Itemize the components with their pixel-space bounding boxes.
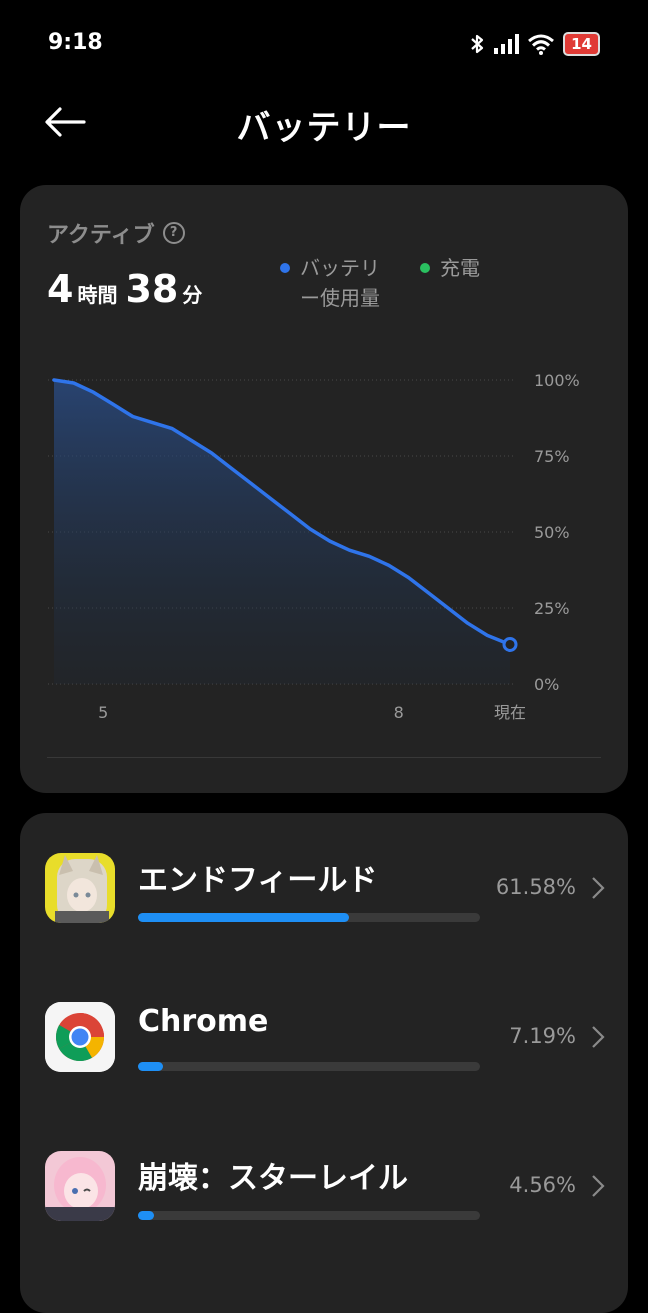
app-name: エンドフィールド <box>138 863 378 898</box>
app-name: 崩壊：スターレイル <box>138 1161 408 1196</box>
y-tick-label: 100% <box>534 371 580 390</box>
usage-bar-fill <box>138 913 349 922</box>
x-tick-label: 8 <box>394 703 404 722</box>
y-tick-label: 0% <box>534 675 559 694</box>
endfield-app-icon <box>45 853 115 923</box>
usage-bar <box>138 1062 480 1071</box>
signal-icon <box>494 34 520 54</box>
status-bar: 9:18 14 <box>0 0 648 86</box>
app-name: Chrome <box>138 1004 269 1039</box>
status-time: 9:18 <box>48 30 103 55</box>
battery-chart: 0% 25% 50% 75% 100% 5 8 現在 <box>48 371 580 722</box>
usage-bar-fill <box>138 1062 163 1071</box>
x-tick-label: 現在 <box>494 703 526 722</box>
bluetooth-icon <box>471 34 484 54</box>
usage-bar <box>138 913 480 922</box>
chevron-right-icon <box>592 1026 605 1048</box>
y-tick-label: 50% <box>534 523 570 542</box>
chrome-app-icon <box>45 1002 115 1072</box>
chevron-right-icon <box>592 877 605 899</box>
battery-icon: 14 <box>563 32 600 56</box>
star-rail-app-icon <box>45 1151 115 1221</box>
current-point-marker <box>502 636 518 652</box>
list-item-app[interactable]: Chrome 7.19% <box>20 1002 628 1122</box>
status-icons: 14 <box>469 30 600 58</box>
page-title: バッテリー <box>236 108 412 148</box>
wifi-icon <box>528 34 555 55</box>
app-percent: 4.56% <box>509 1173 576 1197</box>
usage-bar <box>138 1211 480 1220</box>
app-percent: 7.19% <box>509 1024 576 1048</box>
list-item-app[interactable]: エンドフィールド 61.58% <box>20 853 628 973</box>
app-percent: 61.58% <box>495 875 576 899</box>
list-item-app[interactable]: 崩壊：スターレイル 4.56% <box>20 1151 628 1271</box>
usage-area <box>54 380 510 684</box>
x-tick-label: 5 <box>98 703 108 722</box>
usage-bar-fill <box>138 1211 154 1220</box>
y-tick-label: 75% <box>534 447 570 466</box>
battery-usage-card: アクティブ ? 4 時間 38 分 バッテリ ー使用量 充電 0% 25% 50% 75% 1… <box>20 185 628 793</box>
header: バッテリー <box>0 86 648 166</box>
card-divider <box>47 757 601 758</box>
chevron-right-icon <box>592 1175 605 1197</box>
app-usage-list: エンドフィールド 61.58% Chrome 7.19% 崩壊：スターレイル 4… <box>20 813 628 1313</box>
y-tick-label: 25% <box>534 599 570 618</box>
